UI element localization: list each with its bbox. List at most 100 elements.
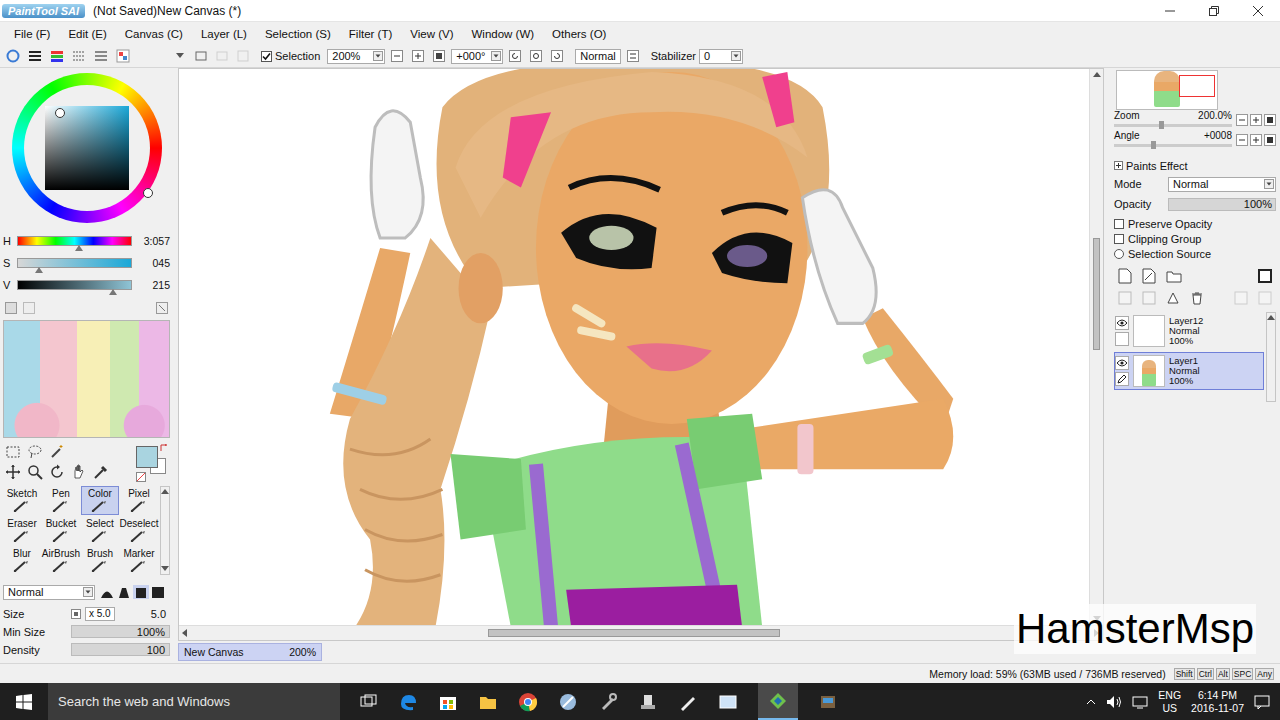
task-view-icon[interactable] (360, 694, 378, 710)
transfer-down-icon[interactable] (1118, 291, 1132, 305)
pen-app-icon[interactable] (678, 692, 698, 712)
zoom-in-button[interactable] (409, 47, 427, 65)
tool-button[interactable]: Select (81, 516, 119, 545)
transparent-color-icon[interactable] (136, 472, 146, 482)
layer-row[interactable]: Layer1 Normal 100% (1114, 352, 1264, 390)
scratchpad-icon[interactable] (94, 49, 108, 63)
saturation-value-square[interactable] (45, 106, 129, 190)
rotate-right-button[interactable] (548, 47, 566, 65)
navigator-slider[interactable] (1114, 124, 1232, 127)
edge-browser-icon[interactable] (398, 692, 418, 712)
slider-thumb[interactable] (35, 267, 43, 273)
palette-icon[interactable] (116, 49, 130, 63)
tool-button[interactable]: Pixel (120, 486, 158, 515)
minus-icon[interactable] (1236, 134, 1248, 146)
swatch-panel-icon[interactable] (72, 49, 86, 63)
close-button[interactable] (1236, 0, 1280, 22)
network-icon[interactable] (1132, 695, 1148, 709)
menu-item[interactable]: Others (O) (543, 28, 615, 40)
eyedropper-icon[interactable] (93, 464, 109, 480)
tool-scrollbar[interactable] (160, 486, 170, 575)
color-marker[interactable] (55, 108, 65, 118)
option-checkbox[interactable] (1114, 234, 1124, 244)
tool-button[interactable]: Blur (3, 546, 41, 575)
zoom-fit-button[interactable] (430, 47, 448, 65)
menu-item[interactable]: Selection (S) (256, 28, 340, 40)
menu-item[interactable]: Layer (L) (192, 28, 256, 40)
size-multiplier-field[interactable]: x 5.0 (85, 607, 115, 621)
reset-icon[interactable] (1264, 134, 1276, 146)
soft-edge-icon[interactable] (99, 585, 115, 599)
start-button[interactable] (0, 683, 48, 720)
scroll-down-button[interactable] (171, 47, 189, 65)
menu-item[interactable]: File (F) (5, 28, 59, 40)
clear-icon[interactable] (23, 302, 35, 314)
notifications-icon[interactable] (1254, 695, 1270, 709)
tool-button[interactable]: Sketch (3, 486, 41, 515)
tool-button[interactable]: Eraser (3, 516, 41, 545)
chrome-icon[interactable] (518, 692, 538, 712)
visibility-toggle[interactable] (1115, 316, 1129, 330)
merge-down-icon[interactable] (1142, 291, 1156, 305)
tool-button[interactable]: Color (81, 486, 119, 515)
navigator-preview[interactable] (1116, 70, 1218, 110)
chevron-up-icon[interactable] (1086, 698, 1096, 706)
layer-option[interactable]: Clipping Group (1114, 232, 1276, 245)
minimize-button[interactable] (1148, 0, 1192, 22)
navigator-slider[interactable] (1114, 144, 1232, 147)
layer-scrollbar[interactable] (1266, 312, 1276, 402)
hard-edge-selected-icon[interactable] (133, 585, 149, 599)
delete-layer-icon[interactable] (1190, 291, 1204, 305)
brush-mode-dropdown[interactable]: Normal (3, 585, 95, 600)
slider-panel-icon[interactable] (28, 49, 42, 63)
slider-track[interactable] (17, 258, 132, 268)
reset-icon[interactable] (1264, 114, 1276, 126)
tool-app-icon[interactable] (598, 692, 618, 712)
minus-icon[interactable] (1236, 114, 1248, 126)
horizontal-scrollbar[interactable] (179, 625, 1103, 640)
layer-mask-icon[interactable] (1258, 269, 1272, 283)
plus-icon[interactable] (1250, 134, 1262, 146)
navigator-slider-thumb[interactable] (1159, 121, 1164, 129)
move-icon[interactable] (5, 464, 21, 480)
menu-item[interactable]: Window (W) (462, 28, 543, 40)
store-icon[interactable] (438, 692, 458, 712)
pad-settings-icon[interactable] (156, 302, 168, 314)
setting-slider[interactable]: 100 (71, 643, 170, 656)
game-app-icon[interactable] (818, 692, 838, 712)
window-app-icon[interactable] (718, 692, 738, 712)
scrollbar-thumb[interactable] (488, 629, 780, 637)
file-explorer-icon[interactable] (478, 692, 498, 712)
color-wheel[interactable] (3, 68, 170, 228)
menu-item[interactable]: Filter (T) (340, 28, 401, 40)
input-language[interactable]: ENGUS (1158, 689, 1181, 715)
option-radio[interactable] (1114, 249, 1124, 259)
paints-effect-header[interactable]: Paints Effect (1114, 158, 1276, 173)
menu-item[interactable]: Edit (E) (59, 28, 115, 40)
menu-item[interactable]: View (V) (401, 28, 462, 40)
opacity-slider[interactable]: 100% (1168, 198, 1276, 211)
clock[interactable]: 6:14 PM 2016-11-07 (1191, 689, 1244, 715)
undo-button[interactable] (192, 47, 210, 65)
stabilizer-dropdown[interactable]: 0 (699, 49, 743, 64)
new-folder-icon[interactable] (1166, 269, 1182, 283)
layer-row[interactable]: Layer12 Normal 100% (1114, 312, 1264, 350)
navigator-view-frame[interactable] (1179, 75, 1215, 97)
new-linework-layer-icon[interactable] (1142, 268, 1156, 284)
tool-button[interactable]: Bucket (42, 516, 80, 545)
swap-icon[interactable] (5, 302, 17, 314)
paint-app-icon[interactable] (558, 692, 578, 712)
rotation-dropdown[interactable]: +000° (451, 49, 503, 64)
layer-option[interactable]: Preserve Opacity (1114, 217, 1276, 230)
menu-item[interactable]: Canvas (C) (116, 28, 192, 40)
vertical-scrollbar[interactable] (1089, 69, 1103, 625)
flip-button[interactable] (624, 47, 642, 65)
redo-button[interactable] (213, 47, 231, 65)
magic-wand-icon[interactable] (49, 444, 65, 460)
restore-button[interactable] (1192, 0, 1236, 22)
taskbar-search[interactable]: Search the web and Windows (48, 683, 340, 720)
slider-thumb[interactable] (109, 289, 117, 295)
rotate-left-button[interactable] (506, 47, 524, 65)
deselect-button[interactable] (234, 47, 252, 65)
setting-slider[interactable]: 100% (71, 625, 170, 638)
